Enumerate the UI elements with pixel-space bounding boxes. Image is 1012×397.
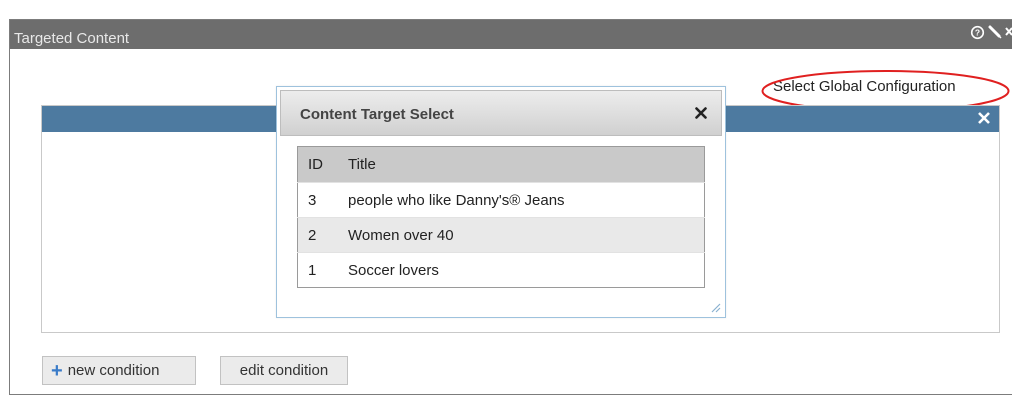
row-title: Soccer lovers [348,261,439,279]
row-title: Women over 40 [348,226,454,244]
new-condition-button[interactable]: + new condition [42,356,196,385]
help-icon[interactable]: ? [970,25,985,40]
edit-condition-button[interactable]: edit condition [220,356,348,385]
table-row[interactable]: 3 people who like Danny's® Jeans [297,182,705,218]
row-id: 2 [308,226,317,244]
dialog-title: Content Target Select [300,106,454,123]
plus-icon: + [51,359,63,382]
column-header-title[interactable]: Title [344,147,705,183]
row-id: 1 [308,261,317,279]
portlet-title: Targeted Content [14,30,130,47]
portlet-icons: ? [970,22,1012,42]
row-id: 3 [308,191,317,209]
new-condition-label: new condition [67,362,160,379]
table-header-row: ID Title [297,146,705,183]
content-target-table: ID Title 3 people who like Danny's® Jean… [297,146,705,288]
select-global-configuration-link[interactable]: Select Global Configuration [773,78,956,95]
portlet-header: Targeted Content ? [10,20,1012,49]
svg-text:?: ? [975,27,980,37]
column-header-id[interactable]: ID [298,147,345,183]
content-target-select-dialog: Content Target Select ID Title 3 people … [276,86,726,318]
edit-condition-label: edit condition [239,362,329,379]
edit-icon[interactable] [987,24,1003,40]
table-row[interactable]: 2 Women over 40 [297,217,705,253]
dialog-close-icon[interactable] [693,105,709,121]
resize-grip-icon[interactable] [709,301,721,313]
row-title: people who like Danny's® Jeans [348,191,565,209]
panel-close-icon[interactable] [973,107,995,129]
table-row[interactable]: 1 Soccer lovers [297,252,705,288]
close-icon[interactable] [1005,25,1012,39]
dialog-header[interactable]: Content Target Select [280,90,722,136]
